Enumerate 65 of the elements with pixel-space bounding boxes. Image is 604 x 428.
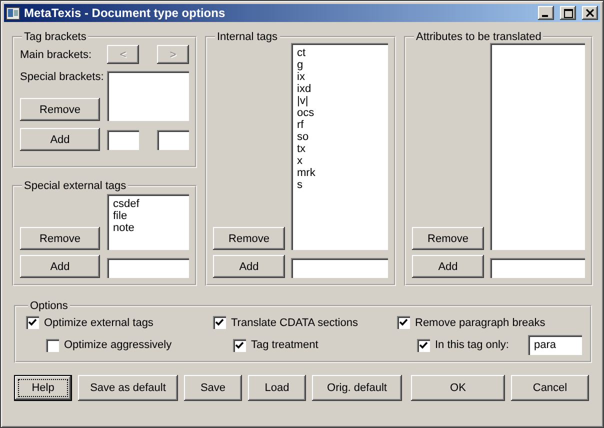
checkbox[interactable]	[417, 338, 430, 352]
maximize-button[interactable]	[560, 6, 576, 20]
list-item[interactable]: |v|	[297, 95, 382, 107]
dialog-button[interactable]: Cancel	[511, 375, 589, 401]
add-button[interactable]: Add	[412, 255, 484, 278]
list-item[interactable]: tx	[297, 143, 382, 155]
option-label: Optimize external tags	[44, 316, 154, 328]
input-field[interactable]	[107, 130, 139, 150]
list-item[interactable]: mrk	[297, 167, 382, 179]
input-field[interactable]: para	[528, 335, 582, 355]
remove-button[interactable]: Remove	[20, 98, 100, 121]
list-item[interactable]: rf	[297, 119, 382, 131]
checkbox[interactable]	[46, 338, 59, 352]
dialog-button[interactable]: OK	[411, 375, 505, 401]
remove-button[interactable]: Remove	[20, 227, 100, 250]
input-field[interactable]	[291, 258, 388, 278]
minimize-button[interactable]	[538, 6, 554, 20]
group-title: Tag brackets	[23, 31, 88, 43]
checkbox[interactable]	[233, 338, 246, 352]
group-title: Attributes to be translated	[415, 31, 542, 43]
app-icon	[6, 6, 20, 20]
checkbox[interactable]	[213, 316, 226, 329]
dialog-button[interactable]: Help	[14, 375, 72, 401]
option-label: Translate CDATA sections	[231, 316, 358, 328]
close-icon	[586, 9, 594, 17]
list-item[interactable]: so	[297, 131, 382, 143]
close-button[interactable]	[582, 6, 598, 20]
list-item[interactable]: ixd	[297, 83, 382, 95]
list-box[interactable]: csdef file note	[107, 194, 189, 250]
list-item[interactable]: ct	[297, 47, 382, 59]
maximize-icon	[564, 8, 572, 18]
list-item[interactable]: ocs	[297, 107, 382, 119]
remove-button[interactable]: Remove	[412, 227, 484, 250]
add-button[interactable]: Add	[213, 255, 285, 278]
list-item[interactable]: s	[297, 179, 382, 191]
group-title: Options	[29, 300, 69, 312]
input-field[interactable]	[107, 258, 189, 278]
list-item[interactable]: ix	[297, 71, 382, 83]
field-label: Main brackets:	[20, 48, 93, 60]
input-field[interactable]	[157, 130, 189, 150]
dialog-button[interactable]: Load	[248, 375, 306, 401]
list-item[interactable]: x	[297, 155, 382, 167]
window-title: MetaTexis - Document type options	[24, 6, 226, 20]
group-title: Internal tags	[216, 31, 279, 43]
field-label: Special brackets:	[20, 71, 105, 83]
remove-button[interactable]: Remove	[213, 227, 285, 250]
add-button[interactable]: Add	[20, 128, 100, 151]
list-item[interactable]: g	[297, 59, 382, 71]
dialog-button[interactable]: Save	[184, 375, 242, 401]
option-label: Remove paragraph breaks	[415, 316, 546, 328]
dialog-button[interactable]: Save as default	[78, 375, 178, 401]
input-field[interactable]	[490, 258, 585, 278]
dialog-button[interactable]: Orig. default	[312, 375, 402, 401]
group-title: Special external tags	[23, 180, 128, 192]
list-box[interactable]: ct g ix ixd |v| ocs rf so tx x mrk s	[291, 43, 388, 250]
option-label: Optimize aggressively	[64, 339, 172, 351]
option-label: In this tag only:	[435, 339, 509, 351]
add-button[interactable]: Add	[20, 255, 100, 278]
list-box[interactable]	[107, 71, 189, 121]
list-item[interactable]: csdef	[113, 198, 183, 210]
checkbox[interactable]	[26, 316, 39, 329]
list-item[interactable]: note	[113, 222, 183, 234]
list-item[interactable]: file	[113, 210, 183, 222]
checkbox[interactable]	[397, 316, 410, 329]
option-label: Tag treatment	[251, 339, 318, 351]
